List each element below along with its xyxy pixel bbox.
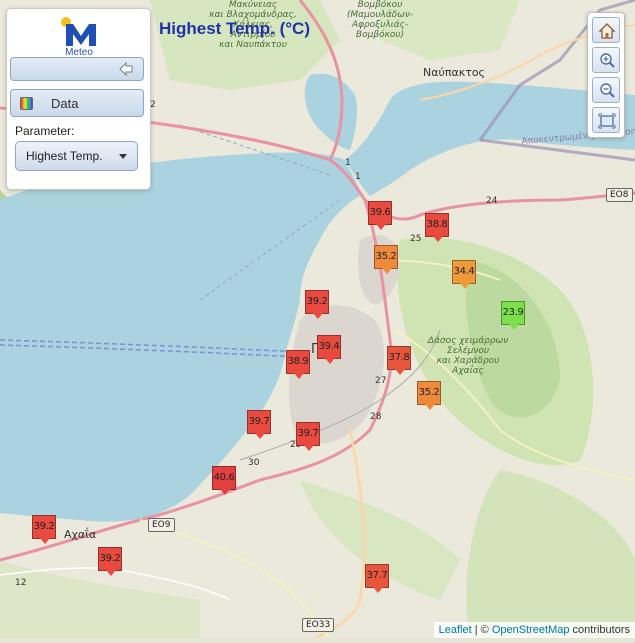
- road-number: 30: [248, 458, 260, 468]
- road-number: 1: [355, 172, 361, 182]
- place-nafpaktos: Ναύπακτος: [423, 66, 486, 79]
- road-number: 12: [15, 578, 27, 588]
- collapse-panel-button[interactable]: [10, 57, 144, 81]
- leaflet-link[interactable]: Leaflet: [439, 624, 472, 636]
- attribution-suffix: contributors: [569, 624, 630, 636]
- temperature-marker[interactable]: 39.4: [317, 335, 341, 364]
- road-number: 1: [345, 158, 351, 168]
- parameter-selected-value: Highest Temp.: [26, 149, 103, 163]
- place-forest: Δάσος χειμάρρων Σελέμνου και Χαράδρου Αχ…: [427, 336, 509, 376]
- color-scale-icon: [20, 97, 33, 110]
- zoom-out-icon: [600, 83, 615, 98]
- temperature-marker[interactable]: 39.7: [296, 422, 320, 451]
- temperature-marker[interactable]: 23.9: [501, 301, 525, 330]
- road-number: 28: [370, 412, 382, 422]
- home-icon: [598, 23, 616, 39]
- arrow-left-icon: [119, 62, 133, 76]
- place-vomvokou: Βομβόκου (Μαμουλάδων- Αφροξυλιάς- Βομβόκ…: [346, 0, 414, 40]
- temperature-marker[interactable]: 37.7: [365, 564, 389, 593]
- zoom-in-icon: [600, 53, 615, 68]
- road-number: 25: [410, 234, 422, 244]
- temperature-marker[interactable]: 37.8: [387, 346, 411, 375]
- map-attribution: Leaflet | © OpenStreetMap contributors: [433, 622, 635, 638]
- temperature-marker[interactable]: 39.6: [368, 201, 392, 230]
- data-section-header[interactable]: Data: [10, 89, 144, 117]
- place-achaia: Αχαΐα: [64, 528, 97, 541]
- road-shield-eo33: EO33: [302, 618, 335, 632]
- temperature-marker[interactable]: 35.2: [374, 245, 398, 274]
- extent-icon: [598, 113, 616, 129]
- zoom-in-button[interactable]: [592, 47, 620, 73]
- temperature-marker[interactable]: 38.8: [425, 213, 449, 242]
- temperature-marker[interactable]: 39.2: [98, 547, 122, 576]
- road-number: 27: [375, 376, 387, 386]
- temperature-marker[interactable]: 35.2: [417, 381, 441, 410]
- temperature-marker[interactable]: 38.9: [286, 350, 310, 379]
- map-title: Highest Temp. (°C): [159, 19, 310, 38]
- home-button[interactable]: [592, 17, 620, 43]
- control-panel: Meteo Data Parameter: Highest Temp.: [6, 8, 151, 190]
- temperature-marker[interactable]: 39.2: [32, 515, 56, 544]
- road-number: 24: [486, 196, 498, 206]
- temperature-marker[interactable]: 34.4: [452, 260, 476, 289]
- temperature-marker[interactable]: 40.6: [212, 466, 236, 495]
- parameter-label: Parameter:: [15, 124, 75, 138]
- chevron-down-icon: [119, 154, 127, 159]
- temperature-marker[interactable]: 39.2: [305, 290, 329, 319]
- road-shield-eo9: EO9: [148, 518, 175, 532]
- data-section-label: Data: [51, 96, 79, 111]
- road-shield-eo8: EO8: [606, 188, 633, 202]
- zoom-extent-button[interactable]: [592, 107, 620, 133]
- map-toolbar: [587, 12, 625, 138]
- osm-link[interactable]: OpenStreetMap: [492, 624, 570, 636]
- zoom-out-button[interactable]: [592, 77, 620, 103]
- attribution-separator: | ©: [471, 624, 492, 636]
- parameter-select[interactable]: Highest Temp.: [15, 141, 138, 171]
- temperature-marker[interactable]: 39.7: [247, 410, 271, 439]
